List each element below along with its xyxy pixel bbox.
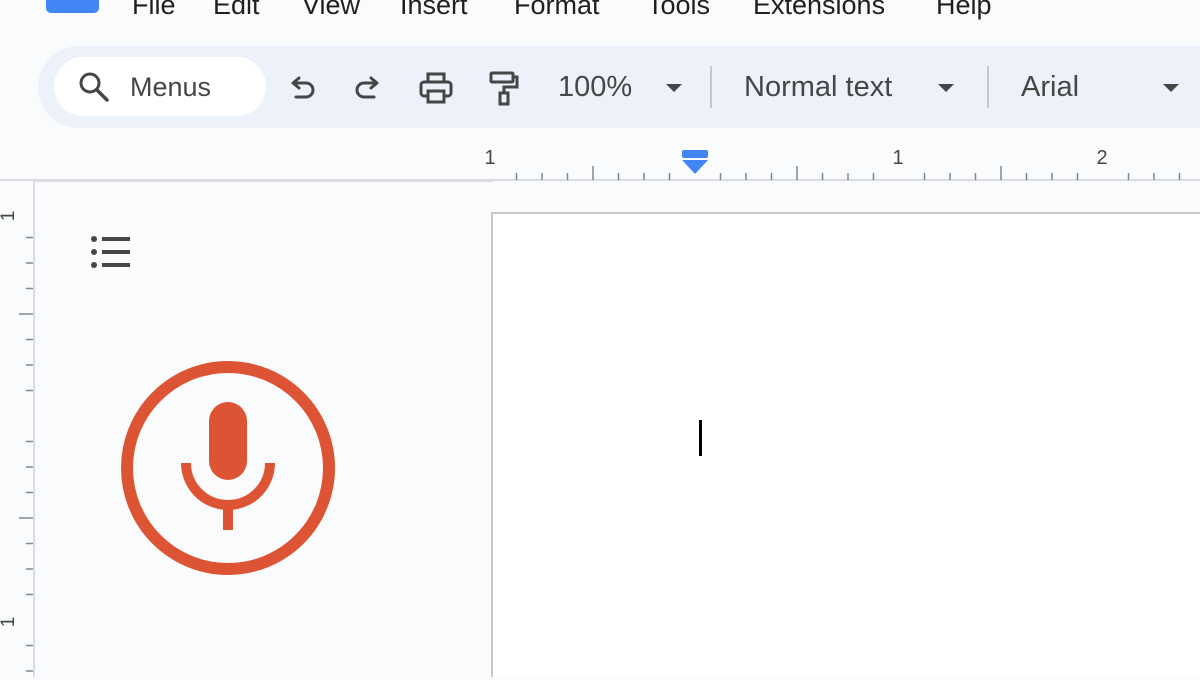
- undo-icon[interactable]: [284, 70, 320, 106]
- menu-bar: File Edit View Insert Format Tools Exten…: [0, 0, 1200, 30]
- menu-tools[interactable]: Tools: [647, 0, 710, 20]
- docs-logo[interactable]: [46, 0, 99, 13]
- search-menus-label: Menus: [130, 72, 212, 102]
- document-outline-panel: [33, 180, 493, 677]
- document-page[interactable]: [491, 212, 1200, 677]
- voice-typing-button[interactable]: [120, 360, 336, 576]
- menu-extensions[interactable]: Extensions: [753, 0, 885, 20]
- search-icon: [79, 72, 109, 102]
- print-icon[interactable]: [418, 70, 454, 106]
- ruler-label: 1: [892, 147, 903, 169]
- redo-icon[interactable]: [350, 70, 386, 106]
- zoom-value[interactable]: 100%: [558, 69, 632, 105]
- menu-file[interactable]: File: [132, 0, 176, 20]
- ruler-label: 1: [0, 211, 19, 222]
- text-cursor: [699, 420, 702, 456]
- ruler-label: 1: [484, 147, 495, 169]
- ruler-label: 1: [0, 617, 19, 628]
- toolbar-divider: [710, 66, 712, 108]
- ruler-label: 2: [1096, 147, 1107, 169]
- indent-marker-icon[interactable]: [682, 150, 708, 174]
- zoom-dropdown-icon[interactable]: [666, 84, 682, 92]
- vertical-ruler: 1 1: [0, 180, 34, 675]
- paint-format-icon[interactable]: [486, 70, 522, 106]
- style-dropdown-icon[interactable]: [938, 84, 954, 92]
- menu-format[interactable]: Format: [514, 0, 600, 20]
- search-menus-button[interactable]: Menus: [54, 57, 266, 116]
- toolbar: Menus 100% Normal text Arial: [38, 46, 1200, 128]
- paragraph-style-select[interactable]: Normal text: [744, 69, 892, 105]
- font-family-select[interactable]: Arial: [1021, 69, 1079, 105]
- font-dropdown-icon[interactable]: [1163, 84, 1179, 92]
- menu-view[interactable]: View: [302, 0, 360, 20]
- toolbar-divider: [987, 66, 989, 108]
- document-outline-icon[interactable]: [90, 234, 130, 270]
- menu-insert[interactable]: Insert: [400, 0, 468, 20]
- microphone-icon: [181, 402, 275, 530]
- horizontal-ruler: 1 1 2: [0, 140, 1200, 182]
- menu-help[interactable]: Help: [936, 0, 992, 20]
- menu-edit[interactable]: Edit: [213, 0, 260, 20]
